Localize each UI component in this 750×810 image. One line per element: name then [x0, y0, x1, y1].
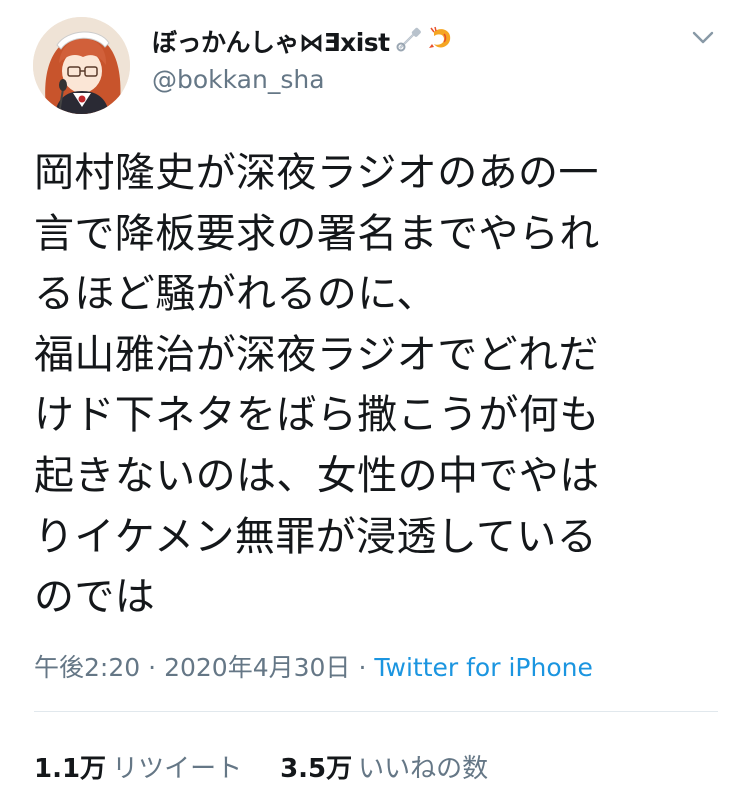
retweets-label: リツイート	[112, 754, 243, 784]
tweet-text-line: 言で降板要求の署名までやられ	[34, 210, 600, 257]
retweets-stat[interactable]: 1.1万 リツイート	[34, 754, 242, 784]
tweet-text-line: 福山雅治が深夜ラジオでどれだ	[34, 331, 599, 378]
user-handle[interactable]: @bokkan_sha	[152, 64, 325, 96]
tweet-text-line: 岡村隆史が深夜ラジオのあの一	[34, 150, 599, 196]
divider	[34, 711, 718, 712]
tweet-date[interactable]: 2020年4月30日	[164, 653, 350, 682]
tweet-source-link[interactable]: Twitter for iPhone	[374, 653, 592, 682]
shrimp-icon	[426, 24, 456, 62]
tweet-text-line: りイケメン無罪が浸透している	[34, 513, 598, 560]
tweet-text-line: のでは	[34, 574, 156, 621]
chevron-down-icon	[692, 30, 714, 49]
likes-label: いいねの数	[358, 754, 489, 784]
tweet-text: 岡村隆史が深夜ラジオのあの一 言で降板要求の署名までやられ るほど騒がれるのに、…	[34, 143, 724, 628]
tweet-meta: 午後2:20 · 2020年4月30日 · Twitter for iPhone	[34, 651, 593, 685]
tweet-text-line: けド下ネタをばら撒こうが何も	[34, 392, 600, 439]
meta-separator: ·	[358, 653, 367, 682]
tweet-time[interactable]: 午後2:20	[34, 653, 140, 682]
display-name[interactable]: ぼっかんしゃ⋈Ǝxist	[152, 24, 456, 62]
tweet-text-line: るほど騒がれるのに、	[34, 271, 437, 318]
avatar[interactable]	[33, 17, 130, 114]
meta-separator: ·	[148, 653, 157, 682]
tweet-stats: 1.1万 リツイート 3.5万 いいねの数	[34, 752, 488, 786]
safety-pin-icon	[394, 24, 424, 62]
more-options-button[interactable]	[686, 26, 720, 52]
tweet-text-line: 起きないのは、女性の中でやは	[34, 452, 600, 499]
likes-count: 3.5万	[280, 754, 353, 784]
retweets-count: 1.1万	[34, 754, 107, 784]
display-name-text: ぼっかんしゃ⋈Ǝxist	[152, 28, 390, 57]
likes-stat[interactable]: 3.5万 いいねの数	[280, 754, 488, 784]
